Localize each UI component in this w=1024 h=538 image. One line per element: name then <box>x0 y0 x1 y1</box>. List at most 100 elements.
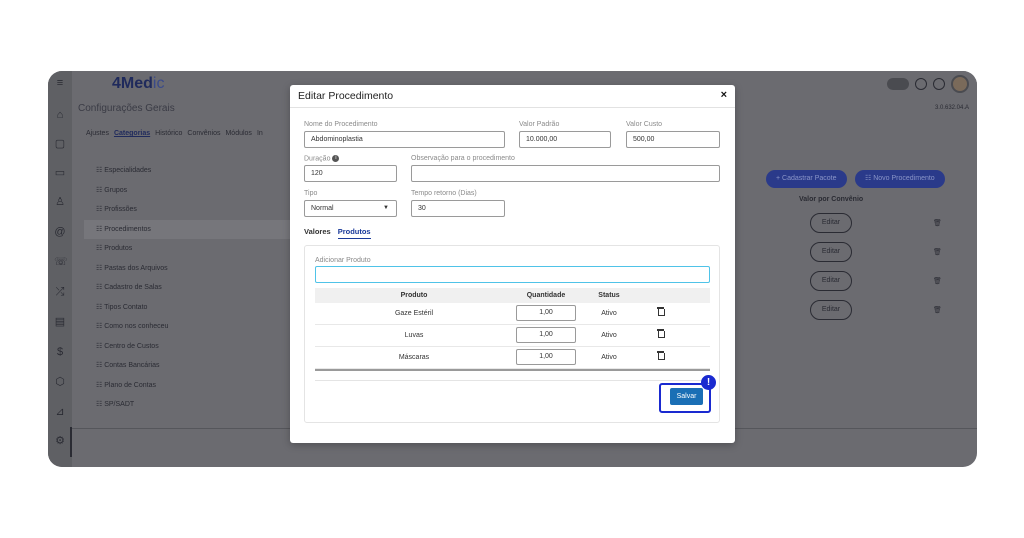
chart-icon[interactable]: ⊿ <box>54 406 66 418</box>
category-item[interactable]: ☷ Contas Bancárias <box>84 356 294 376</box>
editar-button[interactable]: Editar <box>810 242 852 262</box>
category-item[interactable]: ☷ SP/SADT <box>84 395 294 415</box>
save-button[interactable]: Salvar <box>670 388 703 405</box>
at-icon[interactable]: @ <box>54 226 66 238</box>
category-item[interactable]: ☷ Grupos <box>84 181 294 201</box>
observacao-label: Observação para o procedimento <box>411 155 515 162</box>
quantidade-cell: 1,00 <box>513 303 579 324</box>
duracao-input[interactable]: 120 <box>304 165 397 182</box>
category-item[interactable]: ☷ Plano de Contas <box>84 376 294 396</box>
col-produto: Produto <box>400 292 428 299</box>
tab-historico[interactable]: Histórico <box>155 130 182 137</box>
tipo-select[interactable]: Normal ▼ <box>304 200 397 217</box>
tab-categorias[interactable]: Categorias <box>114 130 150 137</box>
modal-header: Editar Procedimento × <box>290 85 735 108</box>
category-item[interactable]: ☷ Pastas dos Arquivos <box>84 259 294 279</box>
tipo-label: Tipo <box>304 190 318 197</box>
phone-icon[interactable]: ☏ <box>54 256 68 268</box>
trash-icon[interactable]: 🗑 <box>933 219 942 227</box>
quantidade-input[interactable]: 1,00 <box>516 327 576 344</box>
category-item[interactable]: ☷ Profissões <box>84 200 294 220</box>
settings-icon[interactable] <box>933 78 945 90</box>
cadastrar-pacote-button[interactable]: + Cadastrar Pacote <box>766 170 847 188</box>
actions-cell <box>639 325 710 346</box>
table-row: Gaze Estéril 1,00 Ativo <box>315 303 710 325</box>
tab-ajustes[interactable]: Ajustes <box>86 130 109 137</box>
nome-label: Nome do Procedimento <box>304 121 378 128</box>
table-row: Máscaras 1,00 Ativo <box>315 347 710 369</box>
category-item[interactable]: ☷ Produtos <box>84 239 294 259</box>
procedures-panel: + Cadastrar Pacote ☷ Novo Procedimento V… <box>734 163 951 408</box>
valor-padrao-label: Valor Padrão <box>519 121 560 128</box>
quantidade-input[interactable]: 1,00 <box>516 349 576 366</box>
package-icon[interactable]: ⬡ <box>54 376 66 388</box>
gear-icon: ⚙ <box>55 435 65 447</box>
nome-input[interactable]: Abdominoplastia <box>304 131 505 148</box>
valor-custo-label: Valor Custo <box>626 121 663 128</box>
trash-icon[interactable] <box>657 329 665 338</box>
table-header: Produto Quantidade Status <box>315 288 710 303</box>
dollar-icon[interactable]: $ <box>54 346 66 358</box>
valor-convenio-header: Valor por Convênio <box>799 196 864 203</box>
observacao-input[interactable] <box>411 165 720 182</box>
trash-icon[interactable]: 🗑 <box>933 306 942 314</box>
info-icon[interactable]: i <box>332 155 340 162</box>
quantidade-input[interactable]: 1,00 <box>516 305 576 322</box>
status-cell: Ativo <box>601 332 617 339</box>
tab-valores[interactable]: Valores <box>304 227 331 239</box>
trash-icon[interactable] <box>657 351 665 360</box>
quantidade-cell: 1,00 <box>513 347 579 368</box>
menu-icon[interactable]: ≡ <box>54 77 66 89</box>
status-cell: Ativo <box>601 354 617 361</box>
duracao-label: Duração i <box>304 155 340 162</box>
produtos-panel: Adicionar Produto Produto Quantidade Sta… <box>304 245 720 423</box>
settings-nav[interactable]: ⚙ <box>48 427 72 457</box>
category-item[interactable]: ☷ Como nos conheceu <box>84 317 294 337</box>
actions-cell <box>639 347 710 368</box>
tempo-retorno-input[interactable]: 30 <box>411 200 505 217</box>
col-quantidade: Quantidade <box>526 292 566 299</box>
adicionar-produto-input[interactable] <box>315 266 710 283</box>
produtos-table: Produto Quantidade Status Gaze Estéril 1… <box>315 288 710 372</box>
inbox-icon[interactable]: ▭ <box>54 167 66 179</box>
valor-padrao-input[interactable]: 10.000,00 <box>519 131 611 148</box>
trash-icon[interactable]: 🗑 <box>933 248 942 256</box>
tab-modulos[interactable]: Módulos <box>225 130 251 137</box>
produto-cell: Máscaras <box>398 354 430 361</box>
clipboard-icon[interactable]: ▤ <box>54 316 66 328</box>
version-label: 3.0.632.04.A <box>934 105 969 111</box>
modal-title: Editar Procedimento <box>298 90 394 102</box>
trash-icon[interactable] <box>657 307 665 316</box>
home-icon[interactable]: ⌂ <box>54 109 66 121</box>
tab-produtos[interactable]: Produtos <box>337 227 371 239</box>
divider <box>315 380 710 381</box>
theme-toggle[interactable] <box>887 78 909 90</box>
close-icon[interactable]: × <box>721 89 727 101</box>
editar-button[interactable]: Editar <box>810 213 852 233</box>
category-item[interactable]: ☷ Especialidades <box>84 161 294 181</box>
category-item[interactable]: ☷ Cadastro de Salas <box>84 278 294 298</box>
editar-button[interactable]: Editar <box>810 271 852 291</box>
avatar[interactable] <box>951 75 969 93</box>
category-item[interactable]: ☷ Centro de Custos <box>84 337 294 357</box>
page-title: Configurações Gerais <box>78 103 175 114</box>
quantidade-cell: 1,00 <box>513 325 579 346</box>
tab-in[interactable]: In <box>257 130 263 137</box>
shuffle-icon[interactable]: ⤮ <box>54 286 66 298</box>
search-icon[interactable] <box>915 78 927 90</box>
category-list: ☷ Especialidades ☷ Grupos ☷ Profissões ☷… <box>84 161 294 415</box>
actions-cell <box>639 303 710 324</box>
user-icon[interactable]: ♙ <box>54 196 66 208</box>
editar-button[interactable]: Editar <box>810 300 852 320</box>
tipo-select-value: Normal <box>311 205 334 212</box>
category-item-selected[interactable]: ☷ Procedimentos <box>84 219 294 239</box>
chevron-down-icon: ▼ <box>383 205 389 211</box>
category-item[interactable]: ☷ Tipos Contato <box>84 298 294 318</box>
novo-procedimento-button[interactable]: ☷ Novo Procedimento <box>855 170 945 188</box>
trash-icon[interactable]: 🗑 <box>933 277 942 285</box>
settings-tabs: Ajustes Categorias Histórico Convênios M… <box>86 130 263 137</box>
tab-convenios[interactable]: Convênios <box>187 130 220 137</box>
produto-cell: Luvas <box>404 332 424 339</box>
calendar-icon[interactable]: ▢ <box>54 138 66 150</box>
valor-custo-input[interactable]: 500,00 <box>626 131 720 148</box>
